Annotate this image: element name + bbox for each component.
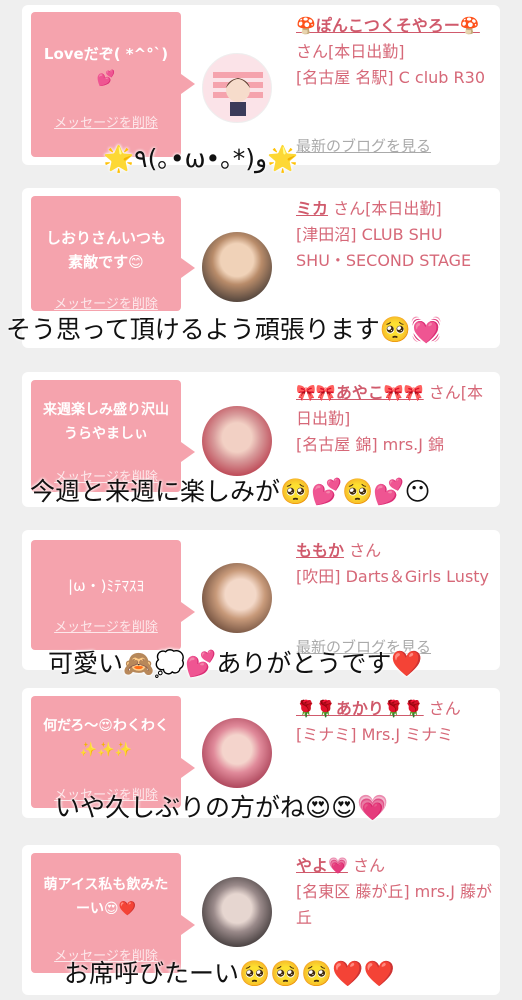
overlay-caption: 今週と来週に楽しみが🥺💕🥺💕😶 [30,477,431,506]
overlay-caption: お席呼びたーい🥺🥺🥺❤️❤️ [64,959,395,988]
cast-info: 🍄ぽんこつくそやろー🍄 さん[本日出勤] [名古屋 名駅] C club R30 [296,13,496,91]
cast-name-link[interactable]: 🍄ぽんこつくそやろー🍄 [296,16,480,35]
shop-name[interactable]: [ミナミ] Mrs.J ミナミ [296,722,496,748]
avatar[interactable] [202,232,272,302]
message-bubble: Loveだぞ( *^°`)💕 メッセージを削除 [31,12,195,157]
message-bubble: |ω・)ﾐﾃﾏｽﾖ メッセージを削除 [31,540,195,650]
cast-name-link[interactable]: やよ💗 [296,856,348,875]
shop-name[interactable]: [津田沼] CLUB SHU SHU・SECOND STAGE [296,222,496,274]
avatar-illustration [213,72,263,116]
overlay-caption: そう思って頂けるよう頑張ります🥺💓 [6,315,443,344]
message-text: 来週楽しみ盛り沢山うらやましぃ [43,402,169,442]
cast-suffix: さん[本日出勤] [333,199,442,218]
cast-info: ももか さん [吹田] Darts＆Girls Lusty [296,538,496,590]
avatar[interactable] [202,877,272,947]
message-card: Loveだぞ( *^°`)💕 メッセージを削除 🍄ぽんこつくそやろー🍄 さん[本… [22,5,500,165]
cast-name-link[interactable]: ももか [296,541,344,560]
overlay-caption: 可愛い🙈💭💕ありがとうです❤️ [48,649,423,678]
message-text: しおりさんいつも素敵です😊 [45,229,166,271]
message-bubble: しおりさんいつも素敵です😊 メッセージを削除 [31,196,195,312]
cast-info: やよ💗 さん [名東区 藤が丘] mrs.J 藤が丘 [296,853,496,931]
shop-name[interactable]: [名古屋 名駅] C club R30 [296,65,496,91]
message-text: 何だろ〜😍わくわく✨✨✨ [43,718,169,758]
shop-name[interactable]: [名東区 藤が丘] mrs.J 藤が丘 [296,879,496,931]
cast-name-link[interactable]: ミカ [296,199,328,218]
message-bubble: 萌アイス私も飲みたーい😍❤️ メッセージを削除 [31,853,195,973]
shop-name[interactable]: [名古屋 錦] mrs.J 錦 [296,432,496,458]
avatar[interactable] [202,53,272,123]
avatar[interactable] [202,718,272,788]
cast-suffix: さん[本日出勤] [296,42,405,61]
cast-info: 🌹🌹あかり🌹🌹 さん [ミナミ] Mrs.J ミナミ [296,696,496,748]
shop-name[interactable]: [吹田] Darts＆Girls Lusty [296,564,496,590]
cast-suffix: さん [428,699,461,718]
cast-name-link[interactable]: 🌹🌹あかり🌹🌹 [296,699,424,718]
overlay-caption: いや久しぶりの方がね😍😍💗 [55,793,389,822]
cast-info: 🎀🎀あやこ🎀🎀 さん[本日出勤] [名古屋 錦] mrs.J 錦 [296,380,496,458]
cast-info: ミカ さん[本日出勤] [津田沼] CLUB SHU SHU・SECOND ST… [296,196,496,274]
avatar[interactable] [202,406,272,476]
message-text: 萌アイス私も飲みたーい😍❤️ [43,877,169,917]
cast-suffix: さん [353,856,386,875]
delete-message-link[interactable]: メッセージを削除 [31,293,181,312]
delete-message-link[interactable]: メッセージを削除 [31,112,181,131]
cast-name-link[interactable]: 🎀🎀あやこ🎀🎀 [296,383,424,402]
avatar[interactable] [202,563,272,633]
overlay-caption: 🌟٩(｡•ω•｡*)و🌟 [103,144,299,173]
delete-message-link[interactable]: メッセージを削除 [31,616,181,635]
message-text: Loveだぞ( *^°`)💕 [43,45,169,87]
cast-suffix: さん [349,541,382,560]
message-text: |ω・)ﾐﾃﾏｽﾖ [68,577,144,595]
